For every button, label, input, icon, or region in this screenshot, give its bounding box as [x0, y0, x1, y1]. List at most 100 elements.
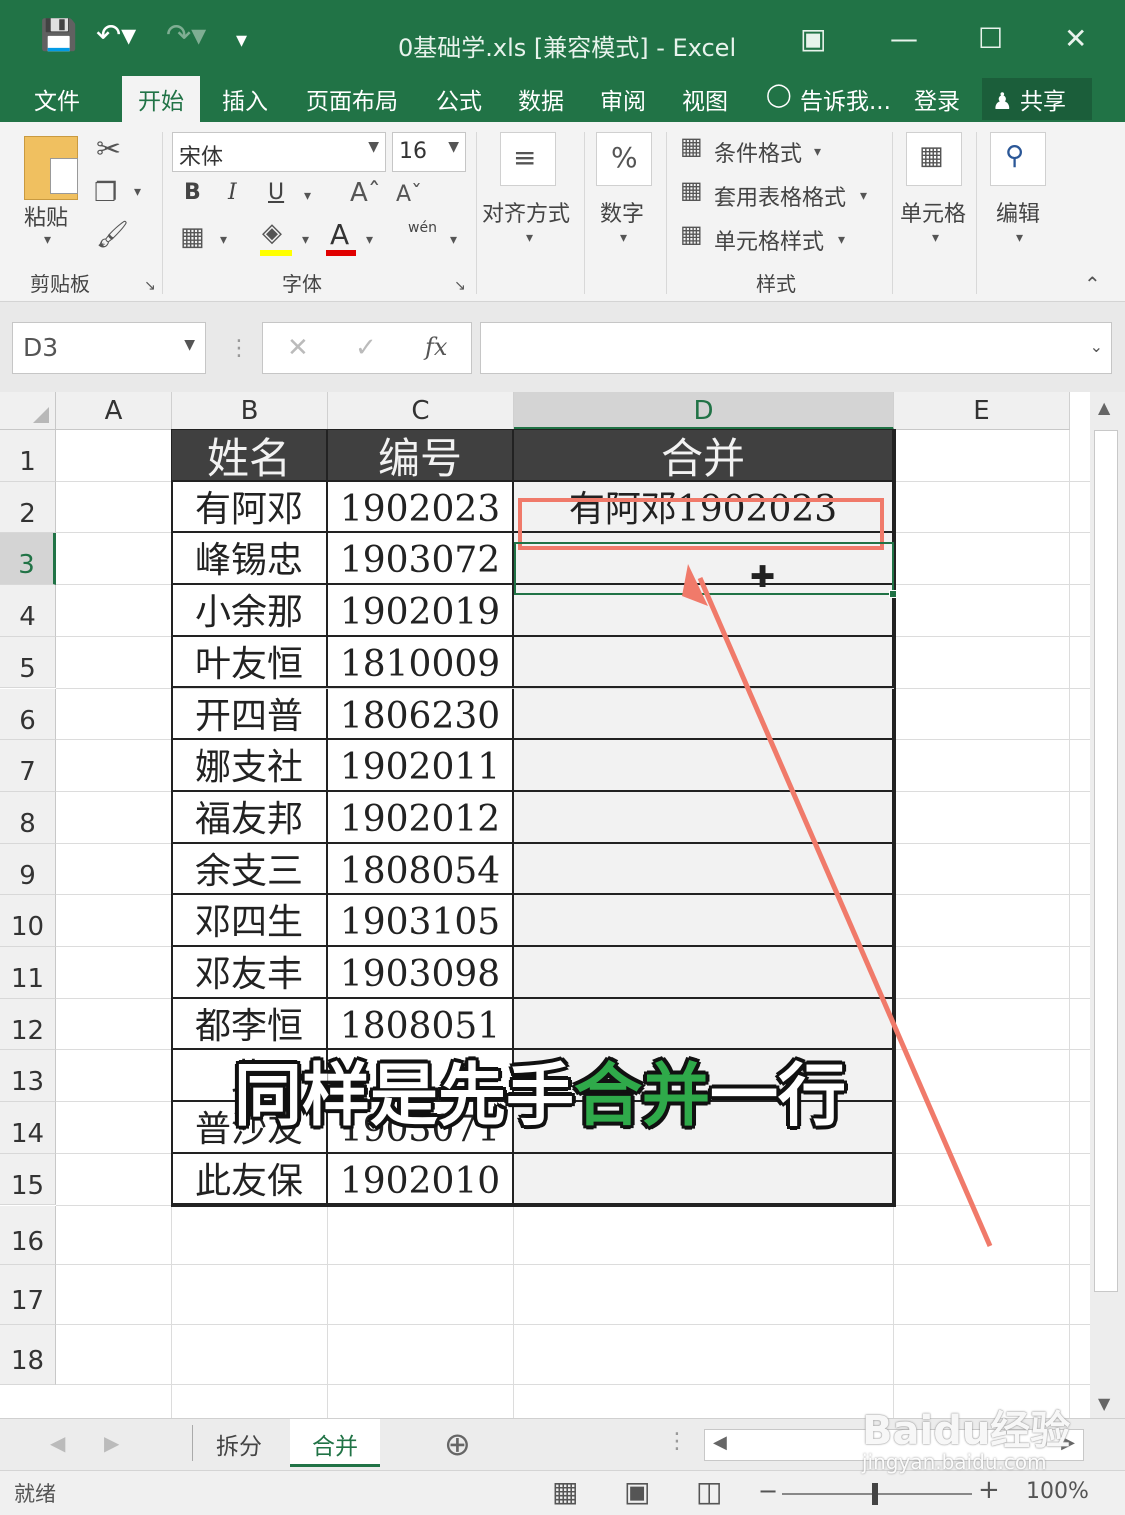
increase-font-icon[interactable]: Aˆ	[350, 178, 381, 208]
page-layout-view-icon[interactable]: ▣	[624, 1475, 650, 1508]
person-icon: ♟	[992, 89, 1013, 115]
scrollbar-thumb[interactable]	[1094, 430, 1118, 1292]
borders-dropdown-icon[interactable]: ▾	[220, 232, 227, 248]
share-button[interactable]: ♟ 共享	[982, 78, 1092, 120]
tab-home[interactable]: 开始	[122, 76, 200, 122]
clipboard-launcher-icon[interactable]: ↘	[144, 278, 156, 294]
tab-review[interactable]: 审阅	[600, 82, 646, 116]
phonetic-dropdown-icon[interactable]: ▾	[450, 232, 457, 248]
collapse-ribbon-icon[interactable]: ⌃	[1084, 272, 1101, 296]
sheet-tab-split[interactable]: 拆分	[194, 1419, 284, 1467]
italic-button[interactable]: I	[228, 180, 237, 205]
alignment-label[interactable]: 对齐方式	[482, 196, 570, 228]
tab-page-layout[interactable]: 页面布局	[306, 82, 398, 116]
chevron-down-icon: ▼	[448, 139, 459, 155]
paste-label[interactable]: 粘贴	[24, 200, 68, 232]
cell-style-dropdown-icon[interactable]: ▾	[838, 232, 845, 248]
conditional-format-dropdown-icon[interactable]: ▾	[814, 144, 821, 160]
minimize-button[interactable]: —	[890, 22, 918, 55]
number-format-icon[interactable]: %	[596, 132, 652, 186]
copy-icon[interactable]: ❐	[94, 178, 117, 208]
ribbon-display-icon[interactable]: ▣	[800, 22, 826, 55]
page-break-view-icon[interactable]: ◫	[696, 1475, 722, 1508]
zoom-in-icon[interactable]: +	[978, 1475, 1000, 1505]
font-group-label: 字体	[282, 272, 322, 296]
tab-insert[interactable]: 插入	[222, 82, 268, 116]
formula-bar-grip-icon: ⋮	[228, 336, 250, 361]
insert-function-icon[interactable]: fx	[425, 333, 447, 361]
font-name-combo[interactable]: 宋体 ▼	[172, 132, 386, 172]
next-sheet-icon[interactable]: ▶	[104, 1431, 119, 1455]
maximize-button[interactable]: ☐	[978, 22, 1003, 55]
editing-dropdown-icon[interactable]: ▾	[1016, 230, 1023, 246]
sheet-tab-merge[interactable]: 合并	[290, 1419, 380, 1467]
cell-style-button[interactable]: 单元格样式	[714, 224, 824, 256]
editing-label[interactable]: 编辑	[996, 196, 1040, 228]
table-format-dropdown-icon[interactable]: ▾	[860, 188, 867, 204]
underline-dropdown-icon[interactable]: ▾	[304, 188, 311, 204]
fill-color-swatch	[260, 250, 292, 256]
zoom-level[interactable]: 100%	[1026, 1479, 1089, 1504]
sign-in-link[interactable]: 登录	[914, 82, 960, 116]
copy-dropdown-icon[interactable]: ▾	[134, 184, 141, 200]
editing-icon[interactable]: ⚲	[990, 132, 1046, 186]
phonetic-icon[interactable]: wén	[408, 220, 437, 236]
cells-icon[interactable]: ▦	[906, 132, 962, 186]
chevron-down-icon[interactable]: ▼	[184, 337, 195, 353]
conditional-format-button[interactable]: 条件格式	[714, 136, 802, 168]
undo-icon[interactable]: ↶▾	[96, 18, 136, 53]
name-box[interactable]: D3 ▼	[12, 322, 206, 374]
cells-label[interactable]: 单元格	[900, 196, 966, 228]
video-caption: 同样是先手合并一行	[234, 1040, 846, 1136]
caption-part2: 一行	[710, 1057, 847, 1136]
formula-input[interactable]: ⌄	[480, 322, 1112, 374]
tab-view[interactable]: 视图	[682, 82, 728, 116]
font-color-icon[interactable]: A	[330, 218, 349, 251]
cut-icon[interactable]: ✂	[96, 132, 121, 167]
table-format-icon: ▦	[680, 176, 703, 204]
baidu-watermark-logo: Baidu经验	[862, 1408, 1071, 1454]
cells-dropdown-icon[interactable]: ▾	[932, 230, 939, 246]
fill-dropdown-icon[interactable]: ▾	[302, 232, 309, 248]
format-painter-icon[interactable]: 🖌	[96, 220, 129, 250]
tab-file[interactable]: 文件	[34, 82, 80, 116]
worksheet-grid[interactable]: A B C D E 1 2 3 4 5 6 7 8 9 10 11 12 13 14 15 16 17 18 姓名…	[0, 392, 1090, 1418]
scroll-up-icon[interactable]: ▲	[1098, 398, 1110, 417]
font-color-dropdown-icon[interactable]: ▾	[366, 232, 373, 248]
fill-color-icon[interactable]: ◈	[262, 218, 282, 248]
customize-qat-icon[interactable]: ▾	[236, 28, 247, 53]
expand-formula-icon[interactable]: ⌄	[1090, 337, 1103, 356]
group-separator	[666, 132, 667, 294]
font-launcher-icon[interactable]: ↘	[454, 278, 466, 294]
table-format-button[interactable]: 套用表格格式	[714, 180, 846, 212]
zoom-out-icon[interactable]: −	[758, 1477, 778, 1505]
alignment-icon[interactable]: ≡	[500, 132, 556, 186]
font-color-swatch	[326, 250, 356, 256]
tab-data[interactable]: 数据	[518, 82, 564, 116]
zoom-slider-thumb[interactable]	[872, 1483, 878, 1505]
prev-sheet-icon[interactable]: ◀	[50, 1431, 65, 1455]
paste-dropdown-icon[interactable]: ▾	[44, 232, 51, 248]
font-size-combo[interactable]: 16 ▼	[392, 132, 466, 172]
save-icon[interactable]: 💾	[40, 18, 77, 53]
decrease-font-icon[interactable]: Aˇ	[396, 182, 422, 207]
underline-button[interactable]: U	[268, 180, 284, 205]
scroll-down-icon[interactable]: ▼	[1098, 1394, 1110, 1413]
normal-view-icon[interactable]: ▦	[552, 1475, 578, 1508]
bold-button[interactable]: B	[184, 180, 201, 205]
scroll-left-icon[interactable]: ◀	[713, 1432, 727, 1453]
enter-icon[interactable]: ✓	[355, 333, 377, 363]
tab-split-grip-icon[interactable]: ⋮	[666, 1429, 688, 1454]
alignment-dropdown-icon[interactable]: ▾	[526, 230, 533, 246]
number-label[interactable]: 数字	[600, 196, 644, 228]
tell-me-search[interactable]: 告诉我...	[800, 82, 891, 116]
tab-formulas[interactable]: 公式	[436, 82, 482, 116]
close-button[interactable]: ✕	[1064, 22, 1087, 55]
redo-icon[interactable]: ↷▾	[166, 18, 206, 53]
number-dropdown-icon[interactable]: ▾	[620, 230, 627, 246]
cancel-icon[interactable]: ✕	[287, 333, 309, 363]
borders-icon[interactable]: ▦	[180, 222, 205, 252]
chevron-down-icon: ▼	[368, 139, 379, 155]
add-sheet-icon[interactable]: ⊕	[444, 1425, 471, 1463]
share-label: 共享	[1019, 89, 1066, 115]
